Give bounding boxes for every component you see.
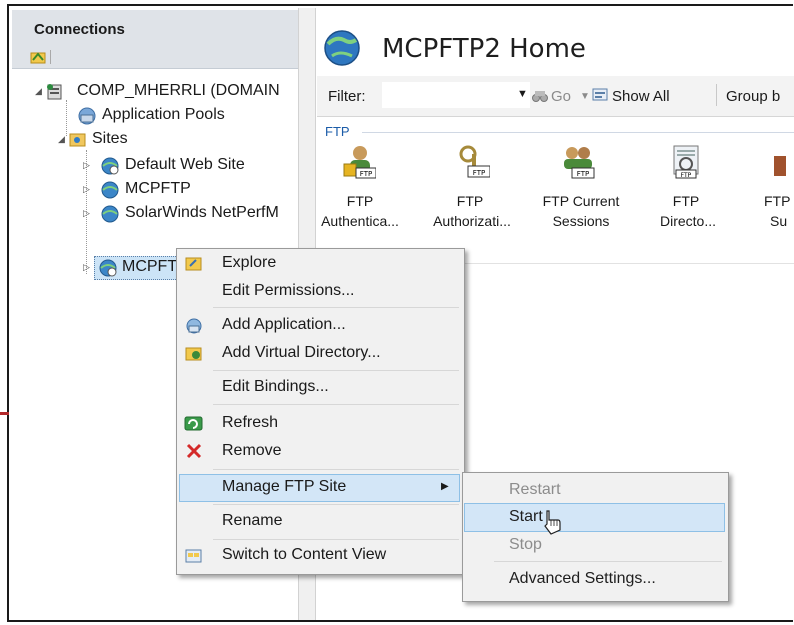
menu-item-switch-content-view[interactable]: Switch to Content View — [222, 546, 386, 564]
globe-stopped-icon — [101, 157, 119, 175]
group-by-dropdown[interactable]: Group b — [726, 88, 780, 105]
filter-dropdown-icon[interactable]: ▼ — [517, 88, 528, 100]
feature-label[interactable]: Su — [770, 212, 794, 230]
show-all-icon — [592, 88, 608, 101]
tree-node-site[interactable]: SolarWinds NetPerfM — [125, 204, 279, 222]
menu-item-manage-ftp-site[interactable]: Manage FTP Site — [222, 478, 346, 496]
menu-item-add-application[interactable]: Add Application... — [222, 316, 346, 334]
group-header-ftp: FTP — [325, 124, 350, 139]
submenu-item-advanced-settings[interactable]: Advanced Settings... — [509, 570, 656, 588]
feature-label[interactable]: FTP — [450, 192, 490, 210]
submenu-item-stop[interactable]: Stop — [509, 536, 542, 554]
refresh-icon — [184, 416, 203, 431]
show-all-button[interactable]: Show All — [612, 88, 670, 105]
filter-label: Filter: — [328, 88, 366, 105]
sites-folder-icon — [69, 133, 86, 147]
add-virtual-directory-icon — [185, 347, 202, 361]
remove-icon — [186, 443, 202, 459]
page-title: MCPFTP2 Home — [382, 34, 586, 64]
menu-separator — [213, 469, 459, 470]
tree-line — [66, 100, 68, 136]
submenu-item-restart[interactable]: Restart — [509, 481, 561, 499]
add-application-icon — [186, 318, 202, 334]
menu-separator — [213, 404, 459, 405]
expand-site-icon[interactable]: ▷ — [83, 262, 90, 273]
new-connection-icon[interactable] — [30, 50, 48, 64]
feature-label[interactable]: FTP — [666, 192, 706, 210]
feature-label[interactable]: FTP F — [764, 192, 794, 210]
feature-label[interactable]: FTP Current — [536, 192, 626, 210]
menu-item-add-virtual-directory[interactable]: Add Virtual Directory... — [222, 344, 381, 362]
toolbar-divider — [50, 50, 51, 64]
globe-home-icon — [324, 30, 360, 66]
menu-separator — [213, 307, 459, 308]
submenu-item-start[interactable]: Start — [509, 508, 543, 526]
toolbar-divider — [716, 84, 717, 106]
go-button[interactable]: Go — [551, 88, 571, 105]
tree-node-site[interactable]: Default Web Site — [125, 156, 245, 174]
globe-icon — [101, 205, 119, 223]
go-dropdown-icon[interactable]: ▼ — [580, 91, 590, 102]
expand-site-icon[interactable]: ▷ — [83, 208, 90, 219]
menu-item-edit-permissions[interactable]: Edit Permissions... — [222, 282, 354, 300]
application-pools-icon — [78, 107, 96, 125]
feature-label[interactable]: Authorizati... — [424, 212, 520, 230]
connections-title: Connections — [34, 21, 125, 38]
collapse-sites-icon[interactable]: ◢ — [58, 134, 65, 145]
ftp-firewall-support-icon — [774, 156, 786, 176]
mouse-pointer-icon — [544, 510, 561, 535]
tree-node-server[interactable]: COMP_MHERRLI (DOMAIN — [77, 82, 280, 100]
ftp-authorization-icon: FTP — [459, 145, 490, 178]
svg-text:FTP: FTP — [360, 170, 372, 178]
connections-header — [12, 10, 298, 69]
server-icon — [47, 84, 62, 100]
menu-item-edit-bindings[interactable]: Edit Bindings... — [222, 378, 329, 396]
menu-item-rename[interactable]: Rename — [222, 512, 282, 530]
menu-item-remove[interactable]: Remove — [222, 442, 282, 460]
feature-label[interactable]: Directo... — [648, 212, 728, 230]
tree-node-site[interactable]: MCPFTP — [125, 180, 191, 198]
globe-stopped-icon — [99, 259, 117, 277]
ftp-directory-browsing-icon: FTP — [673, 145, 699, 179]
expand-site-icon[interactable]: ▷ — [83, 184, 90, 195]
globe-icon — [101, 181, 119, 199]
svg-text:FTP: FTP — [681, 172, 692, 179]
collapse-server-icon[interactable]: ◢ — [35, 86, 42, 97]
menu-item-refresh[interactable]: Refresh — [222, 414, 278, 432]
content-view-icon — [185, 549, 202, 563]
filter-input[interactable] — [382, 82, 530, 108]
submenu-item-highlight — [464, 503, 725, 532]
svg-text:FTP: FTP — [473, 169, 485, 177]
menu-separator — [213, 539, 459, 540]
explore-icon — [185, 257, 202, 271]
menu-separator — [213, 370, 459, 371]
feature-label[interactable]: FTP — [340, 192, 380, 210]
tree-node-application-pools[interactable]: Application Pools — [102, 106, 225, 124]
feature-label[interactable]: Sessions — [546, 212, 616, 230]
menu-item-explore[interactable]: Explore — [222, 254, 276, 272]
ftp-authentication-icon: FTP — [343, 146, 376, 179]
group-divider — [362, 132, 794, 133]
menu-separator — [494, 561, 722, 562]
submenu-arrow-icon: ▶ — [441, 481, 449, 492]
feature-label[interactable]: Authentica... — [320, 212, 400, 230]
svg-text:FTP: FTP — [577, 170, 589, 178]
menu-separator — [213, 504, 459, 505]
context-menu-icon-column — [177, 249, 213, 572]
binoculars-icon — [532, 91, 548, 102]
tree-node-sites[interactable]: Sites — [92, 130, 128, 148]
ftp-current-sessions-icon: FTP — [564, 147, 595, 179]
expand-site-icon[interactable]: ▷ — [83, 160, 90, 171]
